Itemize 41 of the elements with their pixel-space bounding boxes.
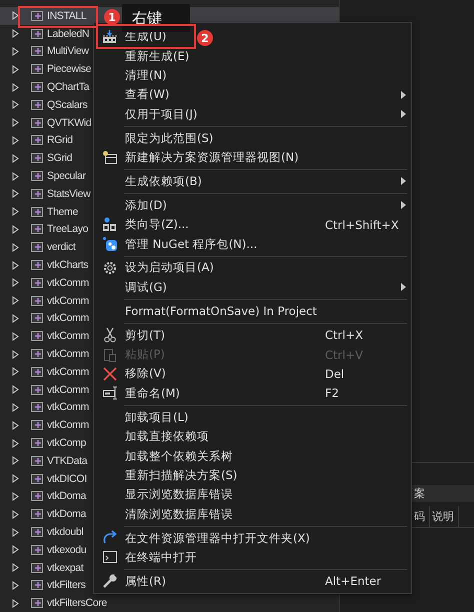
tree-item-label: vtkCharts <box>47 259 88 272</box>
tree-item-label: vtkComm <box>47 366 89 378</box>
tree-item-label: vtkComm <box>47 348 89 360</box>
panel-title: 案 <box>413 486 425 501</box>
tree-item-label: vtkDICOI <box>47 472 87 485</box>
tree-item-label: vtkexodu <box>47 544 86 556</box>
tree-item-label: LabeledN <box>47 28 90 40</box>
tree-item-label: vtkFilters <box>47 579 86 592</box>
shortcut-label: Ctrl+Shift+X <box>325 218 399 232</box>
tree-item-label: vtkComm <box>47 294 89 307</box>
tree-item-label: vtkFiltersCore <box>47 597 107 610</box>
tree-item-label: StatsView <box>47 188 90 200</box>
tree-item-label: QChartTa <box>47 81 90 94</box>
tree-item-label: Theme <box>47 206 78 218</box>
tree-item-label: Specular <box>47 170 86 182</box>
tree-item-label: vtkdoubl <box>47 526 84 538</box>
shortcut-label: Del <box>325 366 344 381</box>
tree-item-label: vtkComm <box>47 312 89 324</box>
tree-item-label: vtkComm <box>47 401 89 414</box>
tree-item-label: vtkDoma <box>47 490 86 502</box>
tree-item-label: vtkexpat <box>47 562 84 574</box>
tree-item-label: INSTALL <box>47 10 86 22</box>
tree-item-label: verdict <box>47 241 76 254</box>
tree-item-label: RGrid <box>47 134 73 146</box>
tree-item-label: vtkDoma <box>47 508 86 520</box>
tree-item-label: VTKData <box>47 454 88 467</box>
tree-item-label: vtkComp <box>47 437 86 450</box>
shortcut-label: Ctrl+V <box>325 348 363 362</box>
tree-item-label: vtkComm <box>47 330 89 342</box>
tree-item-label: MultiView <box>47 45 89 58</box>
tree-item-label: Piecewise <box>47 63 92 76</box>
tree-item-label: vtkComm <box>47 276 89 289</box>
tree-item-label: vtkComm <box>47 384 89 396</box>
shortcut-label: Ctrl+X <box>325 328 363 342</box>
tree-item-label: QScalars <box>47 98 88 111</box>
tree-item-label: TreeLayo <box>47 223 88 236</box>
shortcut-label: Alt+Enter <box>325 574 382 588</box>
tree-item-label: vtkComm <box>47 419 89 432</box>
tree-item-label: QVTKWid <box>47 116 92 129</box>
tree-item-label: SGrid <box>47 152 72 164</box>
shortcut-label: F2 <box>325 386 339 400</box>
